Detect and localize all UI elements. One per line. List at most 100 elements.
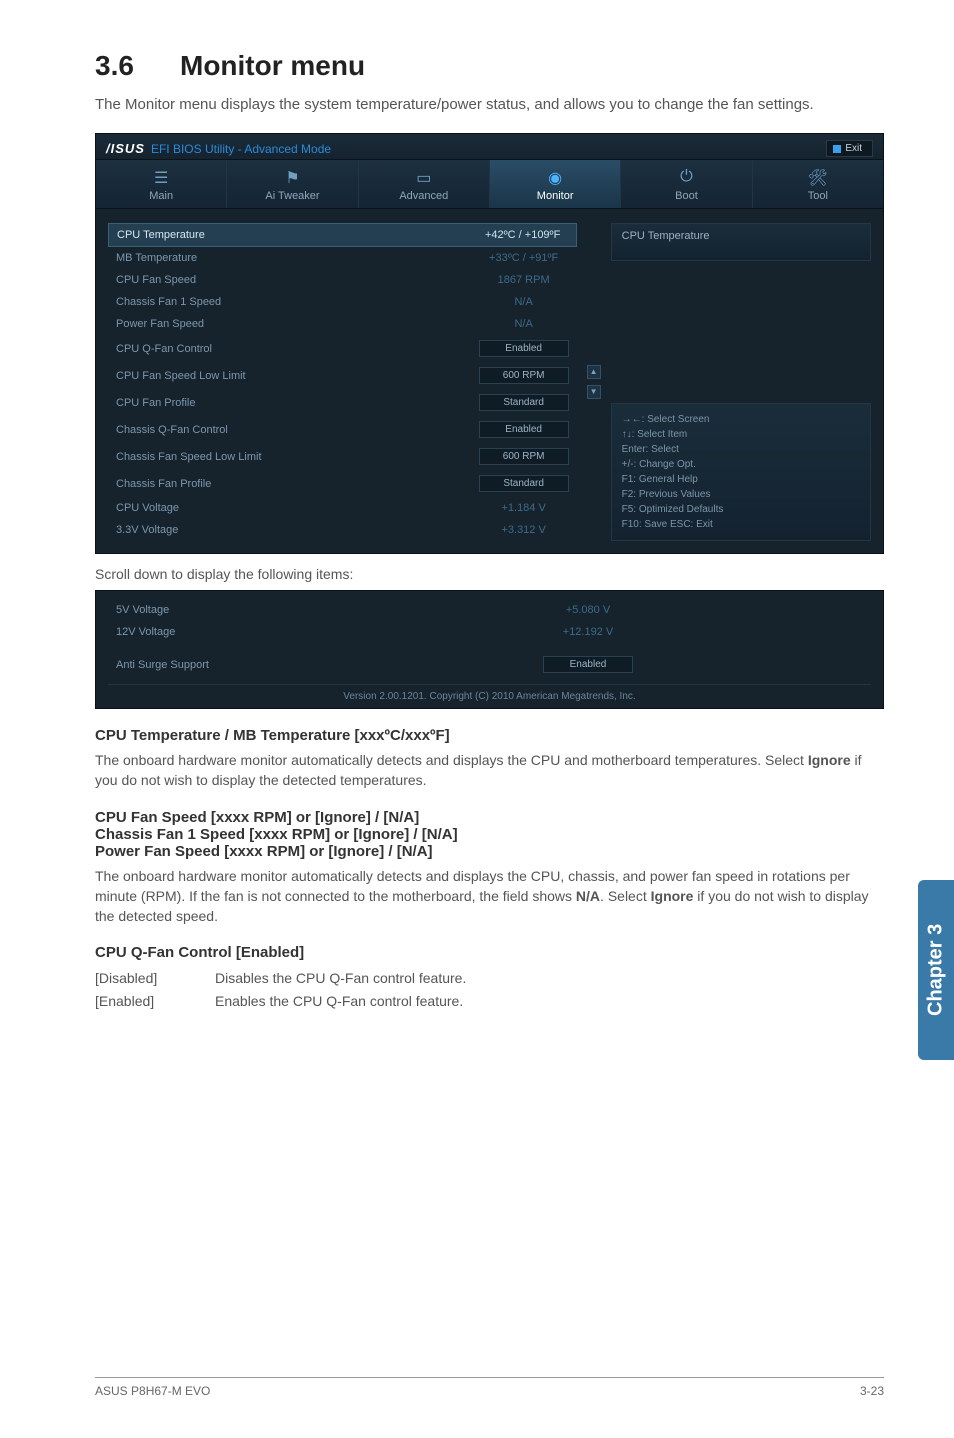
- row-value: +5.080 V: [543, 604, 633, 616]
- row-label: CPU Fan Speed: [116, 274, 479, 286]
- tab-boot[interactable]: ⏻ Boot: [621, 160, 752, 208]
- row-dropdown[interactable]: Standard: [479, 394, 569, 411]
- exit-button-label: Exit: [845, 143, 862, 154]
- row-dropdown[interactable]: Standard: [479, 475, 569, 492]
- tab-tool[interactable]: 🛠 Tool: [753, 160, 883, 208]
- row-cpu-voltage[interactable]: CPU Voltage +1.184 V: [108, 497, 577, 519]
- row-dropdown[interactable]: 600 RPM: [479, 448, 569, 465]
- tool-icon: 🛠: [757, 168, 879, 186]
- row-label: 12V Voltage: [116, 626, 543, 638]
- bios-panel: /ISUS EFI BIOS Utility - Advanced Mode E…: [95, 133, 884, 554]
- text-bold: N/A: [576, 888, 600, 904]
- row-label: Chassis Fan Speed Low Limit: [116, 451, 479, 463]
- row-value: 1867 RPM: [479, 274, 569, 286]
- fan-speed-heading-2: Chassis Fan 1 Speed [xxxx RPM] or [Ignor…: [95, 826, 884, 843]
- boot-icon: ⏻: [625, 168, 747, 186]
- list-icon: ☰: [100, 168, 222, 186]
- row-label: Anti Surge Support: [116, 659, 543, 671]
- hint-line: F2: Previous Values: [622, 487, 860, 502]
- bios-version-footer: Version 2.00.1201. Copyright (C) 2010 Am…: [108, 684, 871, 704]
- row-value: +33ºC / +91ºF: [479, 252, 569, 264]
- bios-tabs: ☰ Main ⚑ Ai Tweaker ▭ Advanced ◉ Monitor…: [96, 160, 883, 209]
- info-title: CPU Temperature: [622, 230, 710, 242]
- bios-titlebar: /ISUS EFI BIOS Utility - Advanced Mode E…: [96, 134, 883, 160]
- row-label: CPU Fan Speed Low Limit: [116, 370, 479, 382]
- hint-line: F1: General Help: [622, 472, 860, 487]
- qfan-disabled-row: [Disabled] Disables the CPU Q-Fan contro…: [95, 967, 884, 989]
- row-cpu-fan-profile[interactable]: CPU Fan Profile Standard: [108, 389, 577, 416]
- scroll-down-button[interactable]: ▼: [587, 385, 601, 399]
- term: [Disabled]: [95, 967, 215, 989]
- section-heading: 3.6Monitor menu: [95, 50, 884, 82]
- hint-line: Enter: Select: [622, 442, 860, 457]
- tab-label: Boot: [675, 190, 698, 202]
- fan-speed-body: The onboard hardware monitor automatical…: [95, 866, 884, 927]
- row-dropdown[interactable]: Enabled: [479, 421, 569, 438]
- row-cpu-fan-speed[interactable]: CPU Fan Speed 1867 RPM: [108, 269, 577, 291]
- footer-right: 3-23: [860, 1384, 884, 1398]
- cpu-temp-heading: CPU Temperature / MB Temperature [xxxºC/…: [95, 727, 884, 744]
- row-value: +42ºC / +109ºF: [478, 229, 568, 241]
- bios-panel-continued: 5V Voltage +5.080 V 12V Voltage +12.192 …: [95, 590, 884, 709]
- row-cpu-temperature[interactable]: CPU Temperature +42ºC / +109ºF: [108, 223, 577, 247]
- text: . Select: [600, 888, 651, 904]
- tab-monitor[interactable]: ◉ Monitor: [490, 160, 621, 208]
- row-cpu-fan-speed-low-limit[interactable]: CPU Fan Speed Low Limit 600 RPM: [108, 362, 577, 389]
- row-dropdown[interactable]: Enabled: [479, 340, 569, 357]
- row-power-fan-speed[interactable]: Power Fan Speed N/A: [108, 313, 577, 335]
- row-chassis-fan-profile[interactable]: Chassis Fan Profile Standard: [108, 470, 577, 497]
- row-dropdown[interactable]: 600 RPM: [479, 367, 569, 384]
- bios-header-title: EFI BIOS Utility - Advanced Mode: [151, 142, 331, 156]
- row-12v-voltage[interactable]: 12V Voltage +12.192 V: [108, 621, 871, 643]
- row-mb-temperature[interactable]: MB Temperature +33ºC / +91ºF: [108, 247, 577, 269]
- scroll-up-button[interactable]: ▲: [587, 365, 601, 379]
- row-chassis-q-fan-control[interactable]: Chassis Q-Fan Control Enabled: [108, 416, 577, 443]
- key-hints: →←: Select Screen ↑↓: Select Item Enter:…: [611, 403, 871, 541]
- hint-line: F10: Save ESC: Exit: [622, 517, 860, 532]
- row-chassis-fan-1-speed[interactable]: Chassis Fan 1 Speed N/A: [108, 291, 577, 313]
- row-label: Power Fan Speed: [116, 318, 479, 330]
- row-value: +1.184 V: [479, 502, 569, 514]
- row-dropdown[interactable]: Enabled: [543, 656, 633, 673]
- row-label: CPU Q-Fan Control: [116, 343, 479, 355]
- tweaker-icon: ⚑: [231, 168, 353, 186]
- exit-button[interactable]: Exit: [826, 140, 873, 157]
- row-value: +3.312 V: [479, 524, 569, 536]
- desc: Enables the CPU Q-Fan control feature.: [215, 990, 463, 1012]
- bios-settings-list: CPU Temperature +42ºC / +109ºF MB Temper…: [108, 223, 577, 541]
- row-label: 3.3V Voltage: [116, 524, 479, 536]
- tab-ai-tweaker[interactable]: ⚑ Ai Tweaker: [227, 160, 358, 208]
- row-cpu-q-fan-control[interactable]: CPU Q-Fan Control Enabled: [108, 335, 577, 362]
- row-anti-surge-support[interactable]: Anti Surge Support Enabled: [108, 651, 871, 678]
- text-bold: Ignore: [651, 888, 694, 904]
- tab-label: Main: [149, 190, 173, 202]
- row-value: +12.192 V: [543, 626, 633, 638]
- section-number: 3.6: [95, 50, 180, 82]
- row-label: MB Temperature: [116, 252, 479, 264]
- qfan-heading: CPU Q-Fan Control [Enabled]: [95, 944, 884, 961]
- row-label: CPU Fan Profile: [116, 397, 479, 409]
- footer-left: ASUS P8H67-M EVO: [95, 1384, 210, 1398]
- row-value: N/A: [479, 318, 569, 330]
- row-5v-voltage[interactable]: 5V Voltage +5.080 V: [108, 599, 871, 621]
- section-title-text: Monitor menu: [180, 50, 365, 81]
- row-value: N/A: [479, 296, 569, 308]
- hint-line: F5: Optimized Defaults: [622, 502, 860, 517]
- row-label: Chassis Q-Fan Control: [116, 424, 479, 436]
- intro-paragraph: The Monitor menu displays the system tem…: [95, 94, 884, 115]
- row-chassis-fan-speed-low-limit[interactable]: Chassis Fan Speed Low Limit 600 RPM: [108, 443, 577, 470]
- bios-logo: /ISUS: [106, 141, 145, 156]
- tab-main[interactable]: ☰ Main: [96, 160, 227, 208]
- advanced-icon: ▭: [363, 168, 485, 186]
- tab-label: Advanced: [399, 190, 448, 202]
- desc: Disables the CPU Q-Fan control feature.: [215, 967, 466, 989]
- tab-label: Ai Tweaker: [265, 190, 319, 202]
- term: [Enabled]: [95, 990, 215, 1012]
- info-box: CPU Temperature: [611, 223, 871, 261]
- scroll-caption: Scroll down to display the following ite…: [95, 566, 884, 582]
- fan-speed-heading-1: CPU Fan Speed [xxxx RPM] or [Ignore] / […: [95, 809, 884, 826]
- tab-advanced[interactable]: ▭ Advanced: [359, 160, 490, 208]
- row-3v3-voltage[interactable]: 3.3V Voltage +3.312 V: [108, 519, 577, 541]
- bios-info-column: CPU Temperature →←: Select Screen ↑↓: Se…: [611, 223, 871, 541]
- qfan-enabled-row: [Enabled] Enables the CPU Q-Fan control …: [95, 990, 884, 1012]
